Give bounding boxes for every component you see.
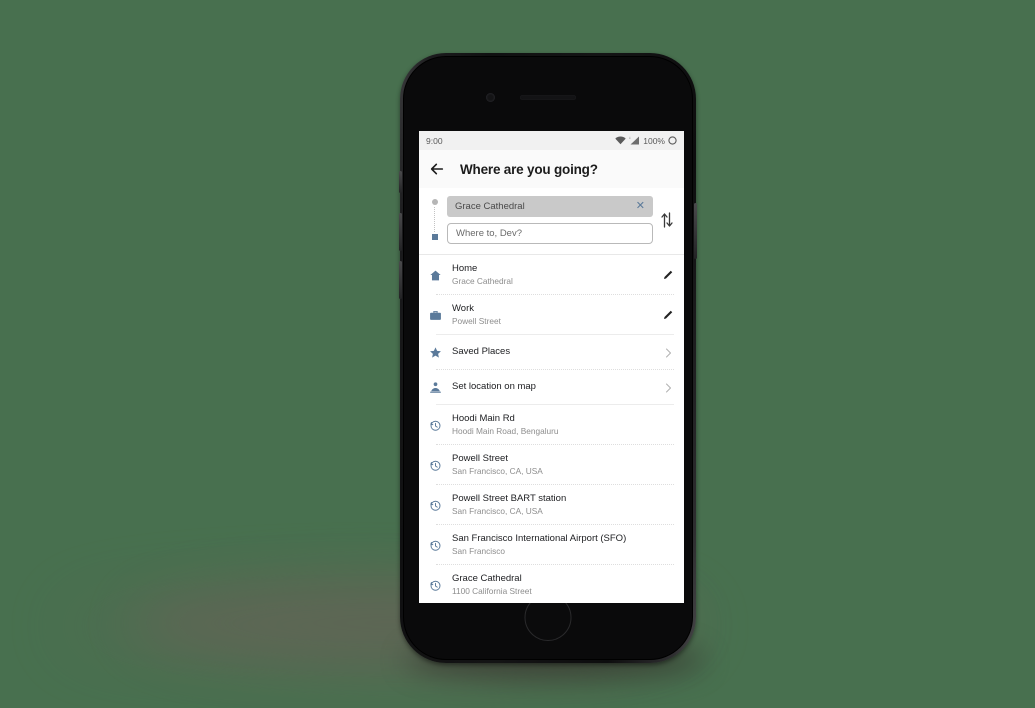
status-bar: 9:00 100% bbox=[419, 131, 684, 150]
list-item-subtitle: San Francisco bbox=[452, 545, 506, 556]
list-item-recent[interactable]: Powell Street San Francisco, CA, USA bbox=[419, 445, 684, 485]
person-pin-icon bbox=[430, 382, 441, 393]
page-title: Where are you going? bbox=[460, 161, 598, 177]
list-item-subtitle: 1100 California Street bbox=[452, 585, 532, 596]
list-item-title: Powell Street BART station bbox=[452, 493, 567, 504]
volume-up-button[interactable] bbox=[399, 213, 402, 251]
list-item-subtitle: Grace Cathedral bbox=[452, 275, 513, 286]
list-item-home[interactable]: Home Grace Cathedral bbox=[419, 255, 684, 295]
briefcase-icon bbox=[430, 310, 441, 320]
pencil-icon[interactable] bbox=[662, 309, 674, 321]
list-item-title: Saved Places bbox=[452, 346, 511, 358]
history-icon bbox=[430, 420, 441, 431]
list-item-subtitle: San Francisco, CA, USA bbox=[452, 465, 543, 476]
front-camera-icon bbox=[486, 93, 495, 102]
history-icon bbox=[430, 540, 441, 551]
power-button[interactable] bbox=[694, 203, 697, 259]
list-item-recent[interactable]: Hoodi Main Rd Hoodi Main Road, Bengaluru bbox=[419, 405, 684, 445]
phone-screen: 9:00 100% Where are you going? Grace Cat… bbox=[419, 131, 684, 603]
earpiece-speaker-icon bbox=[520, 95, 576, 100]
list-item-set-location-on-map[interactable]: Set location on map bbox=[419, 370, 684, 405]
origin-dot-icon bbox=[431, 199, 438, 205]
history-icon bbox=[430, 460, 441, 471]
list-item-recent[interactable]: San Francisco International Airport (SFO… bbox=[419, 525, 684, 565]
origin-input[interactable]: Grace Cathedral ✕ bbox=[447, 196, 653, 217]
history-icon bbox=[430, 500, 441, 511]
origin-value: Grace Cathedral bbox=[455, 201, 525, 212]
cell-signal-icon bbox=[629, 136, 640, 145]
destination-square-icon bbox=[431, 234, 438, 240]
close-icon[interactable]: ✕ bbox=[636, 201, 645, 212]
list-item-title: San Francisco International Airport (SFO… bbox=[452, 533, 627, 544]
phone-device: 9:00 100% Where are you going? Grace Cat… bbox=[399, 53, 697, 663]
route-rail bbox=[429, 196, 440, 244]
screenshot-stage: 9:00 100% Where are you going? Grace Cat… bbox=[0, 0, 1035, 708]
battery-percent: 100% bbox=[643, 135, 665, 146]
list-item-recent[interactable]: Grace Cathedral 1100 California Street bbox=[419, 565, 684, 603]
list-item-subtitle: San Francisco, CA, USA bbox=[452, 505, 543, 516]
volume-down-button[interactable] bbox=[399, 261, 402, 299]
list-item-saved-places[interactable]: Saved Places bbox=[419, 335, 684, 370]
destination-field[interactable] bbox=[456, 228, 644, 239]
list-item-recent[interactable]: Powell Street BART station San Francisco… bbox=[419, 485, 684, 525]
list-item-title: Grace Cathedral bbox=[452, 573, 522, 584]
swap-vertical-icon[interactable] bbox=[660, 210, 674, 230]
silent-switch[interactable] bbox=[399, 171, 402, 193]
destination-input[interactable] bbox=[447, 223, 653, 244]
history-icon bbox=[430, 580, 441, 591]
places-list: Home Grace Cathedral Work Powell Street … bbox=[419, 255, 684, 603]
star-icon bbox=[430, 347, 441, 358]
device-bezel: 9:00 100% Where are you going? Grace Cat… bbox=[403, 56, 693, 660]
search-block: Grace Cathedral ✕ bbox=[419, 188, 684, 255]
wifi-icon bbox=[615, 136, 626, 145]
list-item-work[interactable]: Work Powell Street bbox=[419, 295, 684, 335]
list-item-subtitle: Powell Street bbox=[452, 315, 501, 326]
list-item-title: Home bbox=[452, 263, 478, 274]
chevron-right-icon[interactable] bbox=[662, 382, 674, 394]
status-time: 9:00 bbox=[426, 135, 443, 146]
list-item-subtitle: Hoodi Main Road, Bengaluru bbox=[452, 425, 559, 436]
battery-icon bbox=[668, 136, 677, 145]
list-item-title: Powell Street bbox=[452, 453, 508, 464]
list-item-title: Work bbox=[452, 303, 474, 314]
back-arrow-icon[interactable] bbox=[429, 161, 445, 177]
list-item-title: Hoodi Main Rd bbox=[452, 413, 515, 424]
pencil-icon[interactable] bbox=[662, 269, 674, 281]
home-icon bbox=[430, 270, 441, 280]
route-dotted-line bbox=[434, 207, 435, 232]
chevron-right-icon[interactable] bbox=[662, 347, 674, 359]
app-bar: Where are you going? bbox=[419, 150, 684, 188]
list-item-title: Set location on map bbox=[452, 381, 536, 393]
